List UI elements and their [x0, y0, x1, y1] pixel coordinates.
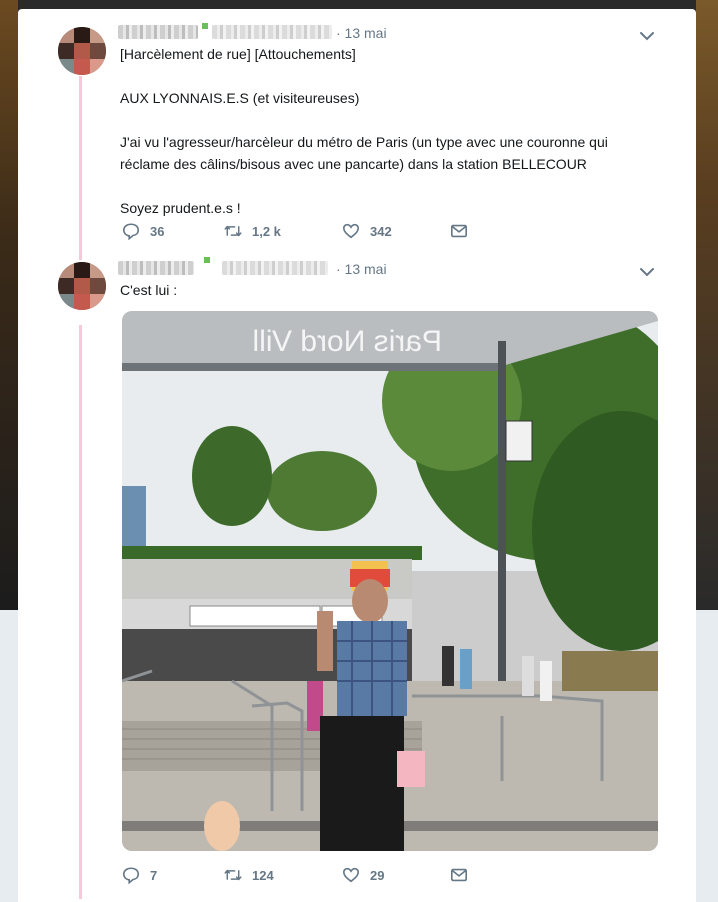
retweet-button[interactable]: 1,2 k — [224, 221, 320, 241]
reply-count: 36 — [150, 223, 165, 239]
tweet-actions: 36 1,2 k 342 — [122, 221, 500, 241]
verified-mark — [204, 257, 210, 263]
tweet-photo[interactable]: Paris Nord Vill — [122, 311, 658, 851]
verified-mark — [202, 23, 208, 29]
envelope-icon — [450, 224, 468, 238]
retweet-button[interactable]: 124 — [224, 865, 320, 885]
display-name-redacted[interactable] — [118, 25, 198, 39]
avatar[interactable] — [58, 262, 106, 310]
thread-line — [79, 325, 82, 899]
reply-count: 7 — [150, 867, 158, 883]
station-sign-text: Paris Nord Vill — [252, 325, 442, 358]
like-count: 342 — [370, 223, 392, 239]
tweet-timestamp[interactable]: · 13 mai — [336, 25, 387, 41]
reply-icon — [122, 867, 140, 884]
display-name-redacted[interactable] — [118, 261, 194, 275]
direct-message-button[interactable] — [450, 221, 478, 241]
tweet-text: [Harcèlement de rue] [Attouchements] AUX… — [120, 46, 608, 216]
envelope-icon — [450, 868, 468, 882]
tweet-timestamp[interactable]: · 13 mai — [336, 261, 387, 277]
reply-icon — [122, 223, 140, 240]
retweet-count: 1,2 k — [252, 223, 281, 239]
like-button[interactable]: 342 — [342, 221, 428, 241]
heart-icon — [342, 867, 360, 883]
retweet-icon — [224, 869, 242, 881]
avatar[interactable] — [58, 27, 106, 75]
tweet-actions: 7 124 29 — [122, 865, 500, 885]
username-redacted[interactable] — [212, 25, 332, 39]
background-right — [696, 0, 718, 610]
retweet-count: 124 — [252, 867, 274, 883]
direct-message-button[interactable] — [450, 865, 478, 885]
like-button[interactable]: 29 — [342, 865, 428, 885]
tweet-text: C'est lui : — [120, 282, 178, 298]
background-left — [0, 0, 18, 610]
like-count: 29 — [370, 867, 385, 883]
retweet-icon — [224, 225, 242, 237]
station-photo: Paris Nord Vill — [122, 311, 658, 851]
heart-icon — [342, 223, 360, 239]
username-redacted[interactable] — [222, 261, 328, 275]
reply-button[interactable]: 36 — [122, 221, 202, 241]
thread-line — [79, 76, 82, 260]
reply-button[interactable]: 7 — [122, 865, 202, 885]
tweet-thread-card: · 13 mai [Harcèlement de rue] [Attouchem… — [18, 9, 696, 902]
